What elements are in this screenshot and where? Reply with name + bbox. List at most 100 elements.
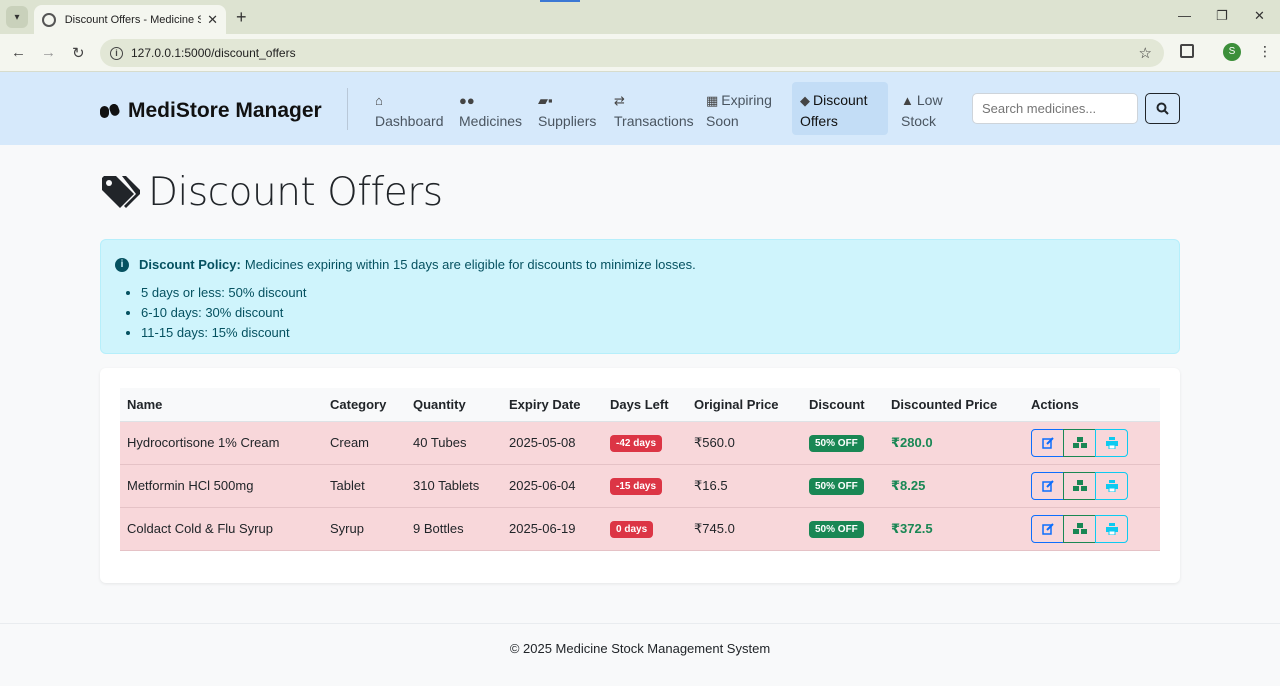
discounted-price: ₹372.5 (891, 520, 933, 536)
print-button[interactable] (1095, 514, 1128, 543)
cubes-icon (1072, 479, 1087, 491)
column-header: Days Left (603, 388, 687, 422)
discount-badge: 50% OFF (809, 520, 864, 538)
site-info-icon[interactable]: i (110, 46, 123, 60)
discounted-price: ₹280.0 (891, 434, 933, 450)
edit-icon (1041, 522, 1054, 535)
stock-button[interactable] (1063, 428, 1096, 457)
nav-item-expiring-soon[interactable]: ▦ Expiring Soon (698, 82, 778, 139)
close-window-icon[interactable]: ✕ (1254, 8, 1265, 24)
print-button[interactable] (1095, 471, 1128, 500)
address-bar[interactable]: i 127.0.0.1:5000/discount_offers ☆ (100, 39, 1164, 67)
alert-label: Discount Policy: (139, 257, 241, 272)
page-footer: © 2025 Medicine Stock Management System (0, 623, 1280, 686)
extensions-icon[interactable] (1180, 44, 1194, 58)
brand-link[interactable]: MediStore Manager (100, 99, 322, 123)
column-header: Actions (1024, 388, 1160, 422)
days-left-badge: -42 days (610, 434, 663, 452)
medicine-category: Syrup (330, 521, 364, 536)
print-button[interactable] (1095, 428, 1128, 457)
search-button[interactable] (1145, 93, 1180, 124)
capsules-icon (100, 104, 120, 118)
exchange-icon: ⇄ (614, 93, 625, 108)
action-buttons (1031, 428, 1153, 457)
table-row: Metformin HCl 500mg Tablet 310 Tablets 2… (120, 464, 1160, 507)
nav-item-dashboard[interactable]: ⌂ Dashboard (367, 82, 452, 139)
nav-item-label: Medicines (459, 113, 523, 129)
days-left-cell: -15 days (603, 464, 687, 507)
browser-tab[interactable]: Discount Offers - Medicine Stock ✕ (34, 5, 226, 34)
discount-rules-list: 5 days or less: 50% discount 6-10 days: … (141, 283, 306, 343)
list-item: 5 days or less: 50% discount (141, 283, 306, 303)
stock-button[interactable] (1063, 471, 1096, 500)
print-icon (1105, 436, 1118, 449)
column-header: Discount (802, 388, 884, 422)
restore-icon[interactable]: ❐ (1216, 8, 1228, 24)
info-icon: i (115, 257, 129, 272)
tab-search-dropdown-icon[interactable]: ▾ (6, 6, 28, 28)
tab-accent (540, 0, 580, 2)
medicine-name: Hydrocortisone 1% Cream (127, 435, 280, 450)
discount-table-card: Name Category Quantity Expiry Date Days … (100, 368, 1180, 583)
edit-button[interactable] (1031, 514, 1064, 543)
globe-icon (42, 12, 56, 27)
tags-icon: ◆ (800, 93, 810, 108)
browser-menu-icon[interactable]: ⋮ (1258, 43, 1272, 60)
column-header: Discounted Price (884, 388, 1024, 422)
back-icon[interactable]: ← (11, 44, 26, 61)
forward-icon[interactable]: → (41, 44, 56, 61)
actions-cell (1024, 464, 1160, 507)
medicine-category: Cream (330, 435, 370, 450)
medicine-category: Tablet (330, 478, 365, 493)
medicine-quantity: 9 Bottles (413, 521, 464, 536)
alert-text: Medicines expiring within 15 days are el… (244, 257, 696, 272)
original-price: ₹16.5 (694, 477, 728, 493)
new-tab-icon[interactable]: + (236, 7, 247, 28)
discounted-price: ₹8.25 (891, 477, 926, 493)
nav-item-transactions[interactable]: ⇄ Transactions (606, 82, 702, 139)
nav-item-discount-offers[interactable]: ◆ Discount Offers (792, 82, 888, 135)
edit-icon (1041, 479, 1054, 492)
profile-avatar[interactable]: S (1223, 43, 1241, 61)
medicine-quantity: 40 Tubes (413, 435, 467, 450)
column-header: Original Price (687, 388, 802, 422)
discount-cell: 50% OFF (802, 507, 884, 550)
stock-button[interactable] (1063, 514, 1096, 543)
discount-table: Name Category Quantity Expiry Date Days … (120, 388, 1160, 551)
nav-item-suppliers[interactable]: ▰▪ Suppliers (530, 82, 604, 139)
bookmark-star-icon[interactable]: ☆ (1139, 44, 1152, 62)
medicine-quantity: 310 Tablets (413, 478, 480, 493)
column-header: Category (323, 388, 406, 422)
search-input[interactable] (972, 93, 1138, 124)
minimize-icon[interactable]: — (1178, 8, 1191, 23)
cubes-icon (1072, 436, 1087, 448)
alert-heading: i Discount Policy: Medicines expiring wi… (115, 257, 696, 272)
actions-cell (1024, 421, 1160, 464)
discount-badge: 50% OFF (809, 434, 864, 452)
medicine-name: Metformin HCl 500mg (127, 478, 254, 493)
edit-button[interactable] (1031, 471, 1064, 500)
actions-cell (1024, 507, 1160, 550)
days-left-cell: -42 days (603, 421, 687, 464)
browser-tabbar: ▾ Discount Offers - Medicine Stock ✕ + —… (0, 0, 1280, 34)
discount-policy-alert: i Discount Policy: Medicines expiring wi… (100, 239, 1180, 354)
reload-icon[interactable]: ↻ (72, 44, 85, 62)
expiry-date: 2025-06-19 (509, 521, 576, 536)
nav-item-label: Dashboard (375, 113, 444, 129)
home-icon: ⌂ (375, 93, 383, 108)
close-tab-icon[interactable]: ✕ (207, 12, 218, 28)
cubes-icon (1072, 522, 1087, 534)
warning-icon: ▲ (901, 93, 914, 108)
print-icon (1105, 522, 1118, 535)
tab-title: Discount Offers - Medicine Stock (64, 13, 202, 26)
nav-item-low-stock[interactable]: ▲ Low Stock (893, 82, 953, 139)
app-navbar: MediStore Manager ⌂ Dashboard ●● Medicin… (0, 72, 1280, 145)
truck-icon: ▰▪ (538, 93, 553, 108)
table-row: Hydrocortisone 1% Cream Cream 40 Tubes 2… (120, 421, 1160, 464)
browser-toolbar: ← → ↻ i 127.0.0.1:5000/discount_offers ☆… (0, 34, 1280, 72)
action-buttons (1031, 471, 1153, 500)
nav-item-label: Transactions (614, 113, 694, 129)
nav-item-medicines[interactable]: ●● Medicines (451, 82, 530, 139)
list-item: 6-10 days: 30% discount (141, 303, 306, 323)
edit-button[interactable] (1031, 428, 1064, 457)
